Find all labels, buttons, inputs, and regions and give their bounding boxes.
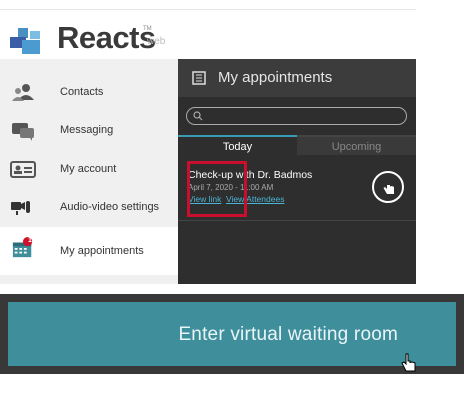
divider — [0, 9, 416, 10]
view-attendees-link[interactable]: View Attendees — [226, 194, 284, 204]
contacts-icon — [12, 84, 34, 101]
cta-frame: Enter virtual waiting room — [0, 294, 464, 374]
app-window: Contacts Messaging My account Audio-vide… — [0, 59, 416, 284]
brand-suffix: web — [147, 36, 166, 47]
search-input[interactable] — [205, 109, 395, 123]
panel-title: My appointments — [218, 69, 333, 86]
appointment-item[interactable]: Check-up with Dr. Badmos April 7, 2020 -… — [178, 157, 416, 221]
messaging-icon — [12, 123, 34, 141]
sidebar-item-audio-video-settings[interactable]: Audio-video settings — [0, 189, 178, 227]
search-box[interactable] — [186, 107, 407, 125]
sidebar: Contacts Messaging My account Audio-vide… — [0, 59, 178, 284]
tab-today[interactable]: Today — [178, 135, 297, 155]
sidebar-item-my-account[interactable]: My account — [0, 151, 178, 189]
view-link[interactable]: View link — [188, 194, 221, 204]
appointment-title: Check-up with Dr. Badmos — [188, 169, 313, 181]
appointments-panel: My appointments Today Upcoming Check-up … — [178, 59, 416, 284]
book-icon — [192, 71, 206, 85]
sidebar-item-my-appointments[interactable]: 1 My appointments — [0, 227, 178, 275]
sidebar-item-label: My account — [60, 163, 117, 175]
sidebar-item-label: Audio-video settings — [60, 201, 160, 213]
trademark-mark: TM — [143, 26, 152, 32]
reacts-logo-icon — [10, 28, 40, 54]
panel-header: My appointments — [178, 59, 416, 97]
sidebar-item-messaging[interactable]: Messaging — [0, 112, 178, 150]
appointment-time: April 7, 2020 - 11:00 AM — [188, 183, 274, 192]
hand-pointer-icon — [383, 180, 394, 194]
search-icon — [193, 111, 203, 121]
button-label: Enter virtual waiting room — [178, 324, 398, 345]
account-card-icon — [10, 161, 36, 178]
sidebar-item-contacts[interactable]: Contacts — [0, 74, 178, 112]
brand-name: Reacts — [57, 20, 156, 55]
hand-cursor-icon — [401, 353, 416, 372]
notification-badge: 1 — [28, 237, 32, 244]
sidebar-item-label: Messaging — [60, 124, 114, 136]
audio-video-icon — [11, 201, 30, 215]
enter-waiting-room-button[interactable]: Enter virtual waiting room — [8, 302, 456, 366]
sidebar-item-label: Contacts — [60, 86, 104, 98]
tab-upcoming[interactable]: Upcoming — [297, 135, 416, 155]
app-header: Reacts TM web — [0, 0, 416, 66]
join-appointment-button[interactable] — [372, 171, 404, 203]
sidebar-item-label: My appointments — [60, 245, 144, 257]
